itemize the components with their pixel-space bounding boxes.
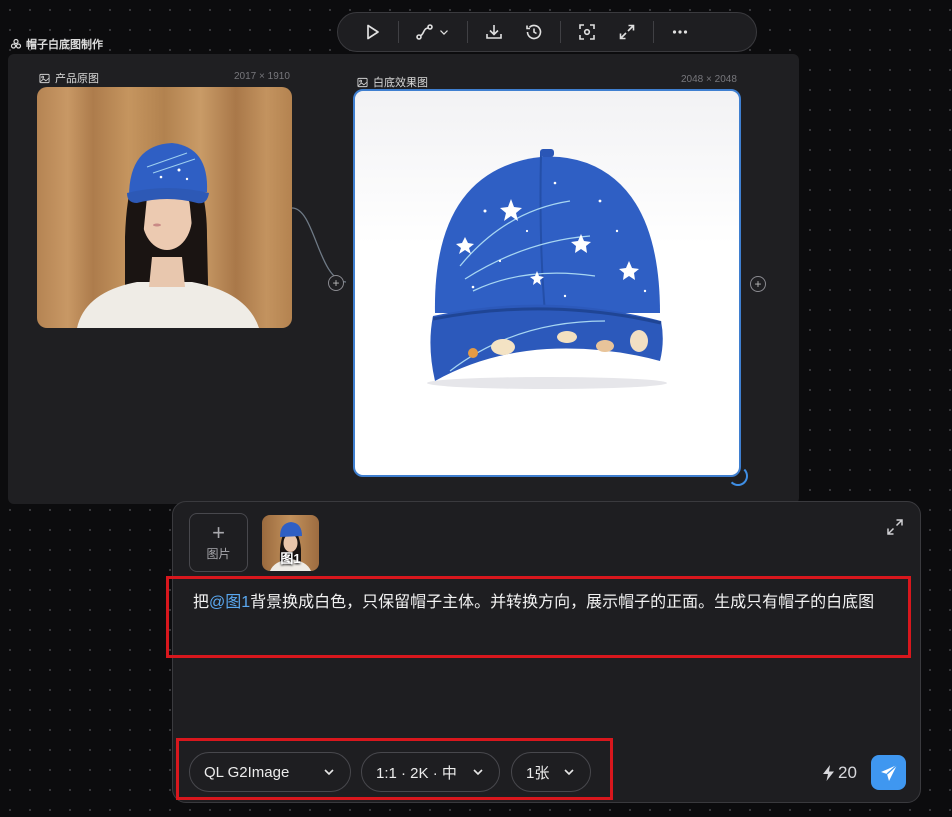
history-icon <box>526 24 542 40</box>
lightning-icon <box>823 765 834 781</box>
prompt-text-prefix: 把 <box>193 594 210 611</box>
node-header-result[interactable]: 白底效果图 <box>357 74 428 90</box>
connector-route-icon <box>416 24 433 40</box>
model-select[interactable]: QL G2Image <box>189 752 351 792</box>
node-title: 产品原图 <box>55 73 99 85</box>
send-button[interactable] <box>871 755 906 790</box>
ratio-quality-value: 1:1 · 2K · 中 <box>376 764 457 782</box>
screenshot-icon <box>579 24 595 40</box>
credit-cost: 20 <box>822 763 857 783</box>
toolbar-divider <box>398 21 399 43</box>
prompt-input[interactable]: 把@图1背景换成白色，只保留帽子主体。并转换方向，展示帽子的正面。生成只有帽子的… <box>166 576 911 658</box>
chevron-down-icon <box>473 769 483 776</box>
result-image[interactable] <box>353 89 741 477</box>
reference-image-thumbnail[interactable]: 图1 <box>262 515 319 571</box>
download-button[interactable] <box>474 12 514 52</box>
add-image-label: 图片 <box>206 547 231 561</box>
more-button[interactable] <box>660 12 700 52</box>
canvas-toolbar <box>337 12 757 52</box>
node-image-size: 2048 × 2048 <box>681 74 737 85</box>
chevron-down-icon <box>564 769 574 776</box>
node-title: 白底效果图 <box>373 77 428 89</box>
connector-style-button[interactable] <box>405 12 461 52</box>
thumbnail-label: 图1 <box>280 551 301 566</box>
prompt-panel: + 图片 图1 把@图1背景换成白色，只保留帽子主体。并转换方向，展示帽子的正面… <box>166 501 921 803</box>
count-value: 1张 <box>526 764 550 782</box>
fullscreen-button[interactable] <box>607 12 647 52</box>
run-button[interactable] <box>352 12 392 52</box>
woman-wearing-cap-photo <box>77 143 259 328</box>
source-photo[interactable] <box>37 87 292 328</box>
chevron-down-icon <box>440 30 448 35</box>
prompt-text: 背景换成白色，只保留帽子主体。并转换方向，展示帽子的正面。生成只有帽子的白底图 <box>250 594 875 611</box>
add-node-handle[interactable]: + <box>750 276 766 292</box>
image-icon <box>39 73 50 83</box>
chevron-down-icon <box>324 769 334 776</box>
history-button[interactable] <box>514 12 554 52</box>
model-select-value: QL G2Image <box>204 763 290 781</box>
toolbar-divider <box>560 21 561 43</box>
image-icon <box>357 77 368 87</box>
node-connector <box>291 207 347 283</box>
count-select[interactable]: 1张 <box>511 752 591 792</box>
plus-icon: + <box>212 520 225 545</box>
loading-spinner <box>728 466 748 486</box>
image-mention[interactable]: @图1 <box>209 594 250 611</box>
credit-cost-value: 20 <box>838 763 857 782</box>
add-node-handle[interactable]: + <box>328 275 344 291</box>
group-icon <box>10 38 22 49</box>
screenshot-button[interactable] <box>567 12 607 52</box>
node-image-size: 2017 × 1910 <box>234 71 290 82</box>
group-title-text: 帽子白底图制作 <box>26 39 103 51</box>
download-icon <box>486 25 502 39</box>
play-icon <box>367 24 379 40</box>
ratio-quality-select[interactable]: 1:1 · 2K · 中 <box>361 752 500 792</box>
group-title[interactable]: 帽子白底图制作 <box>10 36 103 52</box>
toolbar-divider <box>467 21 468 43</box>
send-icon <box>880 764 897 781</box>
expand-icon <box>619 24 635 40</box>
node-header-source[interactable]: 产品原图 <box>39 70 99 86</box>
expand-icon[interactable] <box>886 518 904 536</box>
white-background-cap-image <box>427 149 667 389</box>
add-image-button[interactable]: + 图片 <box>189 513 248 572</box>
more-icon <box>672 30 688 34</box>
toolbar-divider <box>653 21 654 43</box>
